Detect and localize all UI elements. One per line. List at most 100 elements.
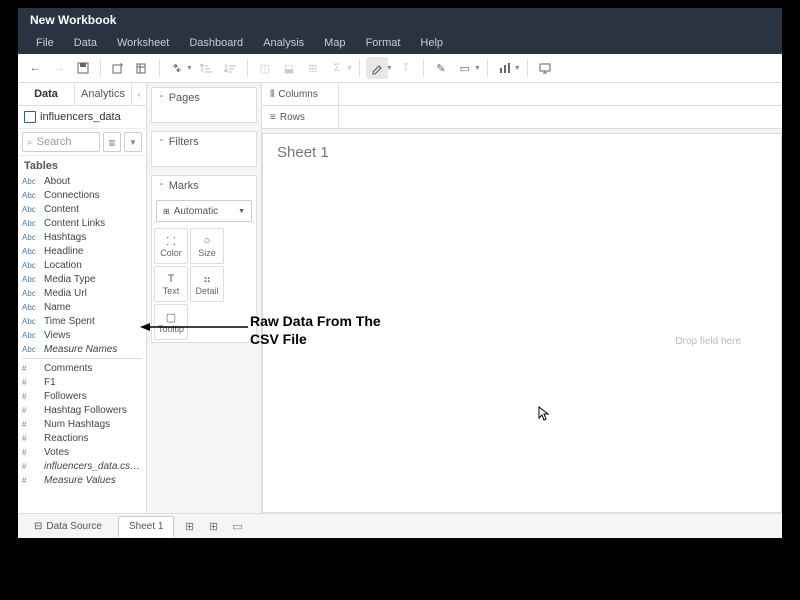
- field-name[interactable]: AbcName: [18, 300, 146, 314]
- field-label: Content Links: [44, 218, 142, 229]
- field-num-hashtags[interactable]: #Num Hashtags: [18, 417, 146, 431]
- field-influencers-data-csv-c-[interactable]: #influencers_data.csv (C...: [18, 459, 146, 473]
- field-reactions[interactable]: #Reactions: [18, 431, 146, 445]
- filters-card[interactable]: ⌃Filters: [151, 131, 257, 167]
- new-sheet-button[interactable]: ⊞: [180, 517, 198, 535]
- field-content[interactable]: AbcContent: [18, 202, 146, 216]
- forward-button[interactable]: →: [48, 57, 70, 79]
- field-votes[interactable]: #Votes: [18, 445, 146, 459]
- field-media-type[interactable]: AbcMedia Type: [18, 272, 146, 286]
- pin-button[interactable]: ✎: [430, 57, 452, 79]
- field-label: Media Url: [44, 288, 142, 299]
- fields-menu-button[interactable]: ▼: [124, 132, 142, 152]
- new-story-button[interactable]: ▭: [228, 517, 246, 535]
- collapse-pane-icon[interactable]: ‹: [132, 83, 146, 105]
- size-icon: ○: [204, 234, 211, 248]
- field-label: Name: [44, 302, 142, 313]
- marks-card: ⌃Marks ⊞Automatic ▼ ⸬Color○SizeTText⠶Det…: [151, 175, 257, 343]
- mark-text-button[interactable]: TText: [154, 266, 188, 302]
- show-me-button[interactable]: [494, 57, 516, 79]
- mark-type-dropdown[interactable]: ⊞Automatic ▼: [156, 200, 252, 222]
- field-followers[interactable]: #Followers: [18, 389, 146, 403]
- menu-map[interactable]: Map: [314, 37, 355, 49]
- filter-fields-button[interactable]: ▥: [103, 132, 121, 152]
- field-comments[interactable]: #Comments: [18, 361, 146, 375]
- field-measure-names[interactable]: AbcMeasure Names: [18, 342, 146, 356]
- new-dashboard-button[interactable]: ⊞: [204, 517, 222, 535]
- field-measure-values[interactable]: # Measure Values: [18, 473, 146, 487]
- new-datasource-button[interactable]: [107, 57, 129, 79]
- field-label: Hashtags: [44, 232, 142, 243]
- save-button[interactable]: [72, 57, 94, 79]
- mark-cell-label: Detail: [195, 286, 218, 296]
- mark-cell-label: Color: [160, 248, 182, 258]
- pages-card[interactable]: ⌃Pages: [151, 87, 257, 123]
- sheet-tab[interactable]: Sheet 1: [118, 516, 174, 537]
- number-type-icon: #: [22, 434, 40, 443]
- menu-worksheet[interactable]: Worksheet: [107, 37, 179, 49]
- bottom-bar: ⊟Data Source Sheet 1 ⊞ ⊞ ▭: [18, 513, 782, 538]
- number-type-icon: #: [22, 462, 40, 471]
- menu-bar: File Data Worksheet Dashboard Analysis M…: [18, 32, 782, 54]
- field-media-url[interactable]: AbcMedia Url: [18, 286, 146, 300]
- datasource-row[interactable]: influencers_data: [18, 106, 146, 129]
- field-label: Hashtag Followers: [44, 405, 142, 416]
- new-worksheet-button[interactable]: [131, 57, 153, 79]
- text-type-icon: Abc: [22, 331, 40, 340]
- field-location[interactable]: AbcLocation: [18, 258, 146, 272]
- sort-desc-button[interactable]: [219, 57, 241, 79]
- field-headline[interactable]: AbcHeadline: [18, 244, 146, 258]
- field-label: F1: [44, 377, 142, 388]
- number-type-icon: #: [22, 378, 40, 387]
- search-input[interactable]: ⌕ Search: [22, 132, 100, 152]
- field-connections[interactable]: AbcConnections: [18, 188, 146, 202]
- number-type-icon: #: [22, 476, 40, 485]
- fit-button[interactable]: ▭: [454, 57, 476, 79]
- field-f1[interactable]: # F1: [18, 375, 146, 389]
- menu-analysis[interactable]: Analysis: [253, 37, 314, 49]
- tab-analytics[interactable]: Analytics: [75, 83, 132, 105]
- menu-format[interactable]: Format: [356, 37, 411, 49]
- menu-data[interactable]: Data: [64, 37, 107, 49]
- sort-asc-button[interactable]: [195, 57, 217, 79]
- data-source-tab[interactable]: ⊟Data Source: [24, 516, 112, 536]
- mark-cell-label: Tooltip: [158, 324, 184, 334]
- field-hashtag-followers[interactable]: #Hashtag Followers: [18, 403, 146, 417]
- tab-data[interactable]: Data: [18, 83, 75, 105]
- totals-button[interactable]: Σ: [326, 57, 348, 79]
- presentation-button[interactable]: [534, 57, 556, 79]
- aggregate-button[interactable]: ⊞: [302, 57, 324, 79]
- sheet-title[interactable]: Sheet 1: [263, 134, 781, 171]
- field-hashtags[interactable]: AbcHashtags: [18, 230, 146, 244]
- field-content-links[interactable]: Abc Content Links: [18, 216, 146, 230]
- datasource-tab-icon: ⊟: [34, 521, 42, 532]
- text-button[interactable]: T: [395, 57, 417, 79]
- rows-shelf[interactable]: ≡Rows: [262, 106, 782, 129]
- field-views[interactable]: AbcViews: [18, 328, 146, 342]
- drop-field-hint: Drop field here: [263, 171, 781, 512]
- field-label: Votes: [44, 447, 142, 458]
- mark-detail-button[interactable]: ⠶Detail: [190, 266, 224, 302]
- show-labels-button[interactable]: ⬓: [278, 57, 300, 79]
- mark-tooltip-button[interactable]: ▢Tooltip: [154, 304, 188, 340]
- rows-label: Rows: [280, 112, 305, 123]
- field-about[interactable]: AbcAbout: [18, 174, 146, 188]
- highlight-button[interactable]: [366, 57, 388, 79]
- number-type-icon: #: [22, 364, 40, 373]
- back-button[interactable]: ←: [24, 57, 46, 79]
- swap-button[interactable]: [166, 57, 188, 79]
- menu-help[interactable]: Help: [410, 37, 453, 49]
- field-time-spent[interactable]: AbcTime Spent: [18, 314, 146, 328]
- group-button[interactable]: ◫: [254, 57, 276, 79]
- columns-shelf[interactable]: ⦀Columns: [262, 83, 782, 106]
- field-label: About: [44, 176, 142, 187]
- mark-color-button[interactable]: ⸬Color: [154, 228, 188, 264]
- text-type-icon: Abc: [22, 219, 40, 228]
- menu-dashboard[interactable]: Dashboard: [179, 37, 253, 49]
- menu-file[interactable]: File: [26, 37, 64, 49]
- canvas[interactable]: Sheet 1 Drop field here: [262, 133, 782, 513]
- field-label: Content: [44, 204, 142, 215]
- mark-size-button[interactable]: ○Size: [190, 228, 224, 264]
- field-label: Measure Values: [44, 475, 142, 486]
- columns-icon: ⦀: [270, 89, 274, 100]
